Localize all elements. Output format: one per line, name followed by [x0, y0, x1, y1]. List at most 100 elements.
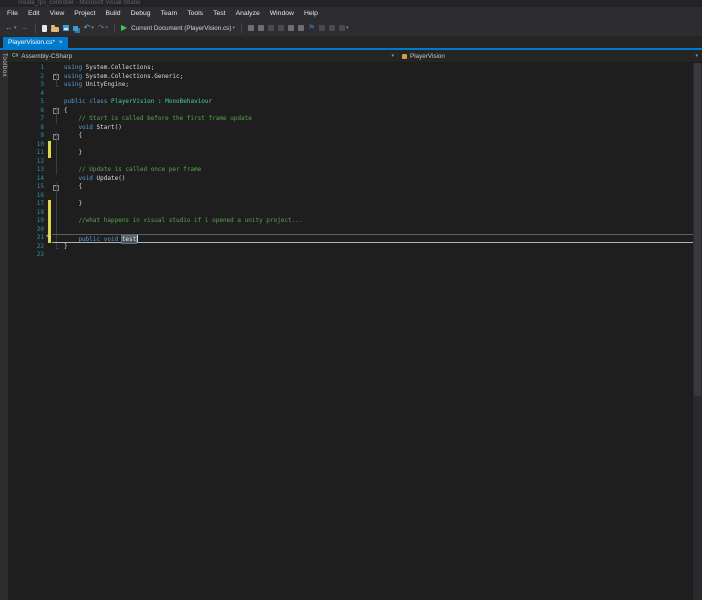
breakpoint-margin[interactable] [8, 234, 24, 243]
navigate-backward-icon[interactable]: ← [5, 20, 13, 36]
undo-icon[interactable]: ↶ [84, 20, 91, 36]
code-text[interactable]: { [61, 183, 693, 192]
code-line-20[interactable]: 20 [8, 225, 693, 235]
code-text[interactable] [61, 251, 693, 260]
code-text[interactable]: using UnityEngine; [61, 81, 693, 90]
tab-playervision[interactable]: PlayerVision.cs* × [3, 37, 68, 48]
code-text[interactable]: using System.Collections.Generic; [61, 73, 693, 82]
code-text[interactable]: } [61, 149, 693, 158]
breakpoint-margin[interactable] [8, 115, 24, 124]
code-text[interactable] [61, 192, 693, 201]
scrollbar-thumb[interactable] [694, 63, 701, 396]
code-line-17[interactable]: 17 } [8, 200, 693, 209]
menu-item-analyze[interactable]: Analyze [231, 7, 265, 20]
code-text[interactable]: // Start is called before the first fram… [61, 115, 693, 124]
new-file-icon[interactable] [41, 24, 47, 32]
code-line-2[interactable]: 2 using System.Collections.Generic; [8, 72, 693, 82]
debug-target-label[interactable]: Current Document (PlayerVision.cs) [131, 25, 231, 32]
breakpoint-margin[interactable] [8, 141, 24, 150]
code-editor[interactable]: 1− using System.Collections; 2 using System… [8, 63, 693, 600]
code-line-12[interactable]: 12 [8, 157, 693, 167]
code-text[interactable]: { [61, 132, 693, 141]
breakpoint-margin[interactable] [8, 243, 24, 252]
code-line-4[interactable]: 4 [8, 90, 693, 99]
code-line-10[interactable]: 10 [8, 140, 693, 150]
increase-indent-icon[interactable] [277, 25, 284, 31]
menu-item-test[interactable]: Test [208, 7, 230, 20]
toolbar-options-caret-icon[interactable]: ▾ [346, 20, 349, 36]
decrease-indent-icon[interactable] [267, 25, 274, 31]
debug-target-caret-icon[interactable]: ▾ [232, 20, 235, 36]
breakpoint-margin[interactable] [8, 90, 24, 99]
project-dropdown-caret-icon[interactable]: ▾ [391, 53, 394, 59]
breakpoint-margin[interactable] [8, 64, 24, 73]
vertical-scrollbar[interactable] [693, 63, 702, 600]
menu-item-build[interactable]: Build [100, 7, 125, 20]
display-parameter-info-icon[interactable] [257, 25, 264, 31]
code-text[interactable]: //what happens in visual studio if i ope… [61, 217, 693, 226]
menu-item-file[interactable]: File [2, 7, 23, 20]
code-line-11[interactable]: 11 } [8, 149, 693, 158]
breakpoint-margin[interactable] [8, 98, 24, 107]
code-line-5[interactable]: 5 − public class PlayerVision : MonoBehavi… [8, 98, 693, 114]
breakpoint-margin[interactable] [8, 149, 24, 158]
code-line-9[interactable]: 9 { [8, 132, 693, 141]
next-bookmark-icon[interactable] [329, 25, 336, 31]
breakpoint-margin[interactable] [8, 192, 24, 201]
clear-bookmarks-icon[interactable] [339, 25, 346, 31]
breakpoint-margin[interactable] [8, 107, 24, 116]
code-text[interactable]: public void test [61, 235, 693, 244]
menu-item-team[interactable]: Team [156, 7, 183, 20]
menu-item-tools[interactable]: Tools [182, 7, 208, 20]
menu-item-edit[interactable]: Edit [23, 7, 45, 20]
code-text[interactable] [61, 90, 693, 99]
redo-icon[interactable]: ↷ [98, 20, 105, 36]
save-all-icon[interactable] [72, 25, 78, 31]
breakpoint-margin[interactable] [8, 81, 24, 90]
breakpoint-margin[interactable] [8, 200, 24, 209]
code-text[interactable] [61, 226, 693, 235]
navigate-forward-icon[interactable]: → [21, 20, 29, 36]
open-file-icon[interactable] [50, 24, 59, 32]
code-line-7[interactable]: 7 // Start is called before the first fr… [8, 115, 693, 124]
breakpoint-margin[interactable] [8, 226, 24, 235]
uncomment-selection-icon[interactable] [297, 25, 304, 31]
code-text[interactable]: public class PlayerVision : MonoBehaviou… [61, 98, 693, 107]
breakpoint-margin[interactable] [8, 251, 24, 260]
code-line-14[interactable]: 14− void Update() [8, 175, 693, 191]
breakpoint-margin[interactable] [8, 183, 24, 192]
code-text[interactable]: using System.Collections; [61, 64, 693, 73]
menu-item-debug[interactable]: Debug [126, 7, 156, 20]
code-line-23[interactable]: 23 [8, 251, 693, 260]
toolbox-strip[interactable]: Toolbox [0, 50, 8, 600]
code-line-22[interactable]: 22} [8, 242, 693, 252]
type-dropdown[interactable]: PlayerVision ▾ [398, 50, 702, 62]
start-debug-icon[interactable]: ▶ [121, 20, 127, 36]
code-text[interactable] [61, 209, 693, 218]
code-text[interactable]: void Update() [61, 175, 693, 184]
menu-item-window[interactable]: Window [265, 7, 299, 20]
code-line-8[interactable]: 8− void Start() [8, 124, 693, 140]
menu-item-view[interactable]: View [45, 7, 70, 20]
code-line-13[interactable]: 13 // Update is called once per frame [8, 166, 693, 175]
code-text[interactable]: } [61, 200, 693, 209]
breakpoint-margin[interactable] [8, 166, 24, 175]
breakpoint-margin[interactable] [8, 73, 24, 82]
toolbox-tab-label[interactable]: Toolbox [1, 53, 7, 77]
code-text[interactable]: } [61, 243, 693, 252]
code-line-21[interactable]: ✎ 21 public void test [8, 234, 693, 244]
code-text[interactable]: { [61, 107, 693, 116]
save-icon[interactable] [62, 25, 69, 31]
type-dropdown-caret-icon[interactable]: ▾ [695, 53, 698, 59]
breakpoint-margin[interactable] [8, 217, 24, 226]
code-line-15[interactable]: 15 { [8, 183, 693, 192]
code-line-18[interactable]: 18 [8, 208, 693, 218]
breakpoint-margin[interactable] [8, 175, 24, 184]
comment-selection-icon[interactable] [287, 25, 294, 31]
menu-item-project[interactable]: Project [69, 7, 100, 20]
breakpoint-margin[interactable] [8, 158, 24, 167]
display-member-list-icon[interactable] [247, 25, 254, 31]
code-line-3[interactable]: 3 using UnityEngine; [8, 81, 693, 90]
code-line-1[interactable]: 1 − using System.Collections; [8, 64, 693, 80]
breakpoint-margin[interactable] [8, 124, 24, 133]
